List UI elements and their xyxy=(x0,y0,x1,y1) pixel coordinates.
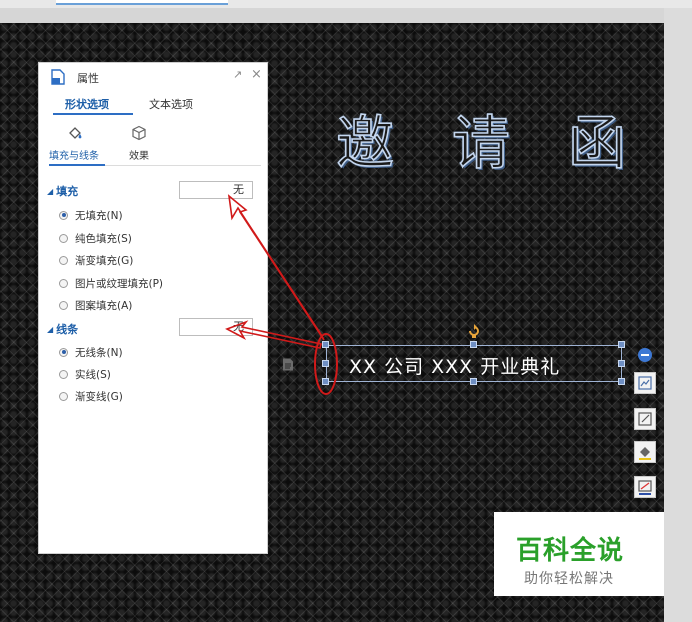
subtab-label: 填充与线条 xyxy=(49,151,99,162)
close-icon[interactable]: × xyxy=(251,67,262,82)
radio-button[interactable] xyxy=(59,278,68,288)
active-tab-indicator xyxy=(53,113,133,115)
crop-button[interactable] xyxy=(634,408,656,430)
layout-button[interactable] xyxy=(634,372,656,394)
crop-icon xyxy=(638,412,652,426)
fill-button[interactable] xyxy=(634,441,656,463)
panel-header: 属性 ↗ × xyxy=(39,63,267,89)
rotate-handle-icon[interactable] xyxy=(467,324,481,338)
fill-section-header[interactable]: ◢ 填充 xyxy=(47,183,78,199)
radio-button[interactable] xyxy=(59,255,68,265)
watermark-subtitle: 助你轻松解决 xyxy=(524,571,614,587)
fill-value-box[interactable]: 无 xyxy=(179,181,253,199)
collapse-icon[interactable] xyxy=(638,348,652,362)
subtab-fill-and-line[interactable]: 填充与线条 xyxy=(49,123,109,167)
pin-icon[interactable]: ↗ xyxy=(233,68,242,81)
outline-button[interactable] xyxy=(634,476,656,498)
tab-shape-options[interactable]: 形状选项 xyxy=(65,96,109,112)
radio-button[interactable] xyxy=(59,369,68,379)
textbox-text[interactable]: XX 公司 XXX 开业典礼 xyxy=(349,352,560,379)
resize-handle[interactable] xyxy=(618,378,625,385)
line-section-header[interactable]: ◢ 线条 xyxy=(47,321,78,337)
line-option-gradient[interactable]: 渐变线(G) xyxy=(59,388,123,404)
active-subtab-indicator xyxy=(49,164,105,166)
radio-button[interactable] xyxy=(59,233,68,243)
watermark: 百科全说 助你轻松解决 xyxy=(494,512,664,596)
fill-option-pattern[interactable]: 图案填充(A) xyxy=(59,297,132,313)
cube-icon xyxy=(132,125,146,141)
panel-subtabs: 填充与线条 效果 xyxy=(39,123,267,167)
selected-textbox[interactable]: XX 公司 XXX 开业典礼 xyxy=(326,345,622,382)
radio-button[interactable] xyxy=(59,347,68,357)
property-panel: 属性 ↗ × 形状选项 文本选项 填充与线条 效果 ◢ 填充 无 无填充(N) … xyxy=(38,62,268,554)
line-option-none[interactable]: 无线条(N) xyxy=(59,344,123,360)
watermark-title: 百科全说 xyxy=(516,536,625,566)
paint-bucket-icon xyxy=(69,127,82,139)
resize-handle[interactable] xyxy=(618,360,625,367)
radio-button[interactable] xyxy=(59,391,68,401)
fill-option-solid[interactable]: 纯色填充(S) xyxy=(59,230,132,246)
fill-option-gradient[interactable]: 渐变填充(G) xyxy=(59,252,133,268)
collapse-triangle-icon: ◢ xyxy=(47,187,54,196)
document-icon[interactable] xyxy=(282,358,294,371)
resize-handle[interactable] xyxy=(322,378,329,385)
outline-icon xyxy=(638,480,652,495)
tab-text-options[interactable]: 文本选项 xyxy=(149,96,193,112)
title-char: 邀 xyxy=(335,108,395,178)
resize-handle[interactable] xyxy=(322,360,329,367)
fill-option-picture[interactable]: 图片或纹理填充(P) xyxy=(59,275,163,291)
fill-icon xyxy=(639,447,651,460)
resize-handle[interactable] xyxy=(322,341,329,348)
title-char: 请 xyxy=(451,108,511,178)
slide-title[interactable]: 邀 请 函 xyxy=(335,103,627,183)
line-value-box[interactable]: 无 xyxy=(179,318,253,336)
collapse-triangle-icon: ◢ xyxy=(47,325,54,334)
properties-icon xyxy=(51,69,65,85)
panel-tabs: 形状选项 文本选项 xyxy=(39,93,267,115)
fill-option-none[interactable]: 无填充(N) xyxy=(59,207,123,223)
title-char: 函 xyxy=(567,108,627,178)
top-toolbar-strip xyxy=(0,0,692,8)
resize-handle[interactable] xyxy=(470,378,477,385)
panel-title: 属性 xyxy=(77,72,99,85)
floating-toolbar xyxy=(634,348,658,500)
layout-icon xyxy=(638,376,652,390)
subtab-effect[interactable]: 效果 xyxy=(125,123,185,167)
radio-button[interactable] xyxy=(59,300,68,310)
top-input-field[interactable] xyxy=(56,0,228,5)
resize-handle[interactable] xyxy=(618,341,625,348)
right-gutter xyxy=(664,8,692,622)
line-option-solid[interactable]: 实线(S) xyxy=(59,366,111,382)
subtab-label: 效果 xyxy=(129,151,149,162)
resize-handle[interactable] xyxy=(470,341,477,348)
radio-button[interactable] xyxy=(59,210,68,220)
